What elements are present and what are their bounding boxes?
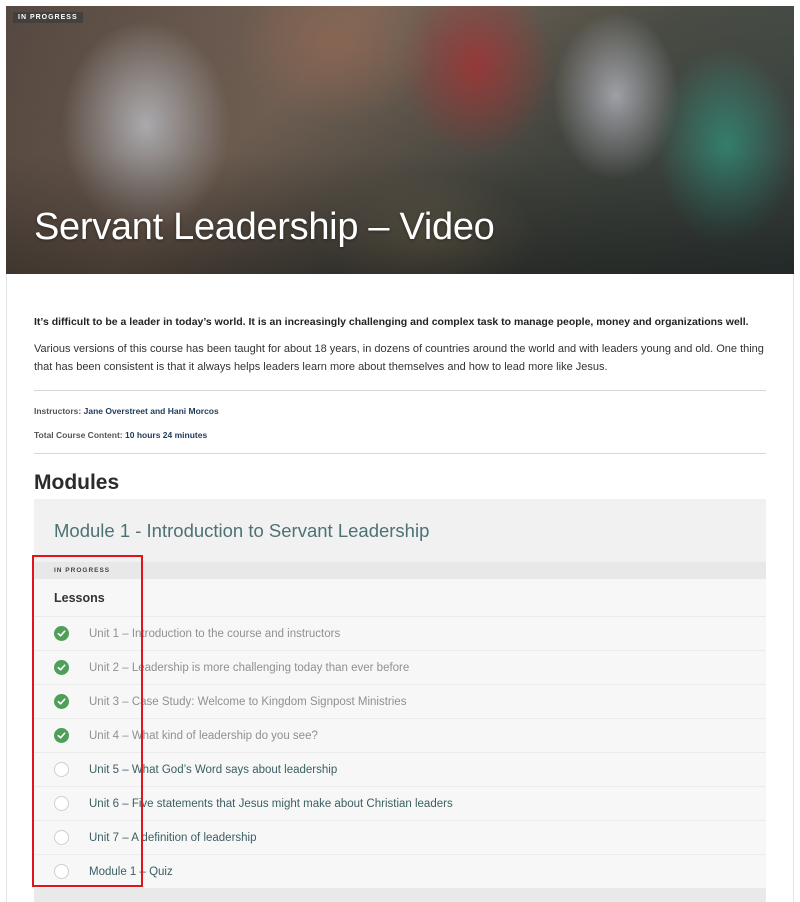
course-lead-text: It’s difficult to be a leader in today’s… xyxy=(34,316,749,328)
divider xyxy=(34,453,766,454)
lesson-link[interactable]: Unit 4 – What kind of leadership do you … xyxy=(89,730,318,742)
empty-circle-icon xyxy=(54,830,69,845)
lesson-row[interactable]: Unit 4 – What kind of leadership do you … xyxy=(34,718,766,752)
divider xyxy=(34,390,766,391)
course-status-badge: IN PROGRESS xyxy=(13,12,83,23)
total-content-label: Total Course Content: xyxy=(34,430,123,440)
lessons-list: Lessons Unit 1 – Introduction to the cou… xyxy=(34,579,766,888)
instructors-value: Jane Overstreet and Hani Morcos xyxy=(83,406,219,416)
module-header[interactable]: Module 1 - Introduction to Servant Leade… xyxy=(34,499,766,562)
module-footer xyxy=(34,888,766,902)
course-description: Various versions of this course has been… xyxy=(34,343,764,373)
lessons-heading: Lessons xyxy=(54,590,105,605)
lesson-row[interactable]: Unit 6 – Five statements that Jesus migh… xyxy=(34,786,766,820)
lesson-row[interactable]: Unit 1 – Introduction to the course and … xyxy=(34,616,766,650)
lesson-link[interactable]: Unit 6 – Five statements that Jesus migh… xyxy=(89,798,453,810)
instructors-label: Instructors: xyxy=(34,406,82,416)
lesson-link[interactable]: Unit 1 – Introduction to the course and … xyxy=(89,628,340,640)
lesson-row[interactable]: Module 1 – Quiz xyxy=(34,854,766,888)
course-content: It’s difficult to be a leader in today’s… xyxy=(34,274,766,902)
lesson-row[interactable]: Unit 3 – Case Study: Welcome to Kingdom … xyxy=(34,684,766,718)
empty-circle-icon xyxy=(54,796,69,811)
module-card: Module 1 - Introduction to Servant Leade… xyxy=(34,499,766,902)
check-circle-icon xyxy=(54,626,69,641)
lesson-link[interactable]: Unit 5 – What God’s Word says about lead… xyxy=(89,764,337,776)
course-total-content: Total Course Content: 10 hours 24 minute… xyxy=(34,430,766,440)
check-circle-icon xyxy=(54,694,69,709)
module-status-text: IN PROGRESS xyxy=(54,567,111,574)
course-hero-banner: IN PROGRESS Servant Leadership – Video xyxy=(6,6,794,274)
course-instructors: Instructors: Jane Overstreet and Hani Mo… xyxy=(34,406,766,416)
lesson-row[interactable]: Unit 5 – What God’s Word says about lead… xyxy=(34,752,766,786)
course-title: Servant Leadership – Video xyxy=(34,206,495,248)
lesson-link[interactable]: Unit 3 – Case Study: Welcome to Kingdom … xyxy=(89,696,406,708)
modules-heading: Modules xyxy=(34,471,120,494)
empty-circle-icon xyxy=(54,864,69,879)
lesson-link[interactable]: Unit 7 – A definition of leadership xyxy=(89,832,257,844)
module-status-bar: IN PROGRESS xyxy=(34,562,766,579)
check-circle-icon xyxy=(54,728,69,743)
lesson-row[interactable]: Unit 7 – A definition of leadership xyxy=(34,820,766,854)
lesson-link[interactable]: Module 1 – Quiz xyxy=(89,866,173,878)
check-circle-icon xyxy=(54,660,69,675)
module-title[interactable]: Module 1 - Introduction to Servant Leade… xyxy=(54,520,429,542)
lesson-link[interactable]: Unit 2 – Leadership is more challenging … xyxy=(89,662,409,674)
lesson-row[interactable]: Unit 2 – Leadership is more challenging … xyxy=(34,650,766,684)
total-content-value: 10 hours 24 minutes xyxy=(125,430,208,440)
empty-circle-icon xyxy=(54,762,69,777)
